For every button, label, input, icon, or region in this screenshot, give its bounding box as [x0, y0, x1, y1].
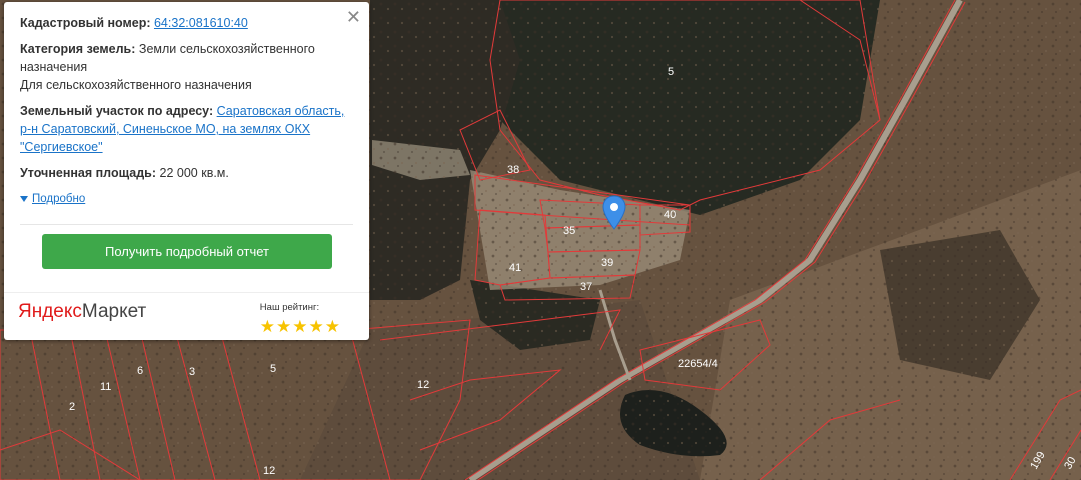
plot-label: 38	[507, 164, 519, 176]
plot-label: 2	[69, 401, 75, 413]
parcel-info-popup: ✕ Кадастровый номер: 64:32:081610:40 Кат…	[4, 2, 369, 340]
plot-label: 35	[563, 225, 575, 237]
area-row: Уточненная площадь: 22 000 кв.м.	[20, 164, 353, 182]
plot-label: 39	[601, 257, 613, 269]
plot-label: 5	[270, 363, 276, 375]
category-value: назначения	[20, 60, 88, 74]
plot-label: 40	[664, 209, 676, 221]
details-link[interactable]: Подробно	[32, 190, 85, 208]
brand-yandex: Яндекс	[18, 301, 82, 322]
divider	[20, 224, 353, 225]
area-value: 22 000 кв.м.	[159, 166, 229, 180]
brand-market: Маркет	[81, 301, 147, 322]
close-icon[interactable]: ✕	[346, 8, 361, 26]
rating-block: Наш рейтинг: ★★★★★	[260, 299, 341, 337]
plot-label: 11	[100, 381, 111, 393]
category-row: Категория земель: Земли сельскохозяйстве…	[20, 40, 353, 94]
plot-label: 12	[263, 465, 275, 477]
rating-stars-icon: ★★★★★	[259, 317, 341, 336]
plot-label: 12	[417, 379, 429, 391]
cadastral-label: Кадастровый номер:	[20, 16, 151, 30]
yandex-market-logo[interactable]: ЯндексМаркет	[18, 301, 147, 322]
category-value: Земли сельскохозяйственного	[138, 42, 315, 56]
caret-down-icon	[20, 196, 28, 202]
get-report-button[interactable]: Получить подробный отчет	[42, 234, 332, 269]
location-pin-icon[interactable]	[601, 195, 627, 235]
plot-label: 41	[509, 262, 521, 274]
area-label: Уточненная площадь:	[20, 166, 157, 180]
address-row: Земельный участок по адресу: Саратовская…	[20, 102, 353, 156]
plot-label: 5	[668, 66, 674, 78]
address-link[interactable]: р-н Саратовский, Синеньское МО, на земля…	[20, 122, 310, 136]
plot-label: 3	[189, 366, 195, 378]
plot-label: 6	[137, 365, 143, 377]
plot-label: 22654/4	[678, 358, 718, 370]
plot-label: 37	[580, 281, 592, 293]
details-toggle[interactable]: Подробно	[20, 190, 353, 208]
category-value: Для сельскохозяйственного назначения	[20, 78, 252, 92]
rating-label: Наш рейтинг:	[259, 302, 320, 313]
cadastral-row: Кадастровый номер: 64:32:081610:40	[20, 14, 353, 32]
address-link[interactable]: "Сергиевское"	[20, 140, 103, 154]
cadastral-number-link[interactable]: 64:32:081610:40	[154, 16, 248, 30]
category-label: Категория земель:	[20, 42, 136, 56]
divider	[4, 292, 369, 293]
address-label: Земельный участок по адресу:	[20, 104, 214, 118]
address-link[interactable]: Саратовская область,	[217, 104, 345, 118]
